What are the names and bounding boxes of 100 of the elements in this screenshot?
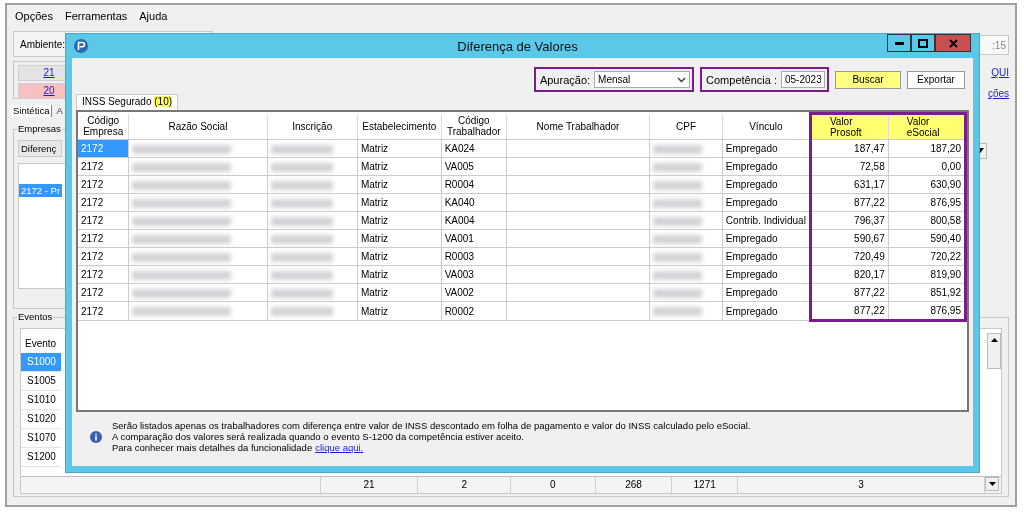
- table-cell: R0004: [441, 175, 507, 194]
- scrollbar[interactable]: [987, 333, 1001, 369]
- close-button[interactable]: [935, 34, 971, 52]
- table-cell: Contrib. Individual: [722, 211, 811, 230]
- details-link[interactable]: clique aqui.: [315, 442, 364, 453]
- column-header: Razão Social: [128, 113, 268, 140]
- total-value: 2: [461, 479, 467, 490]
- event-row[interactable]: S1200: [21, 448, 61, 467]
- window-title: Diferença de Valores: [456, 38, 579, 54]
- environment-label: Ambiente:: [20, 38, 66, 50]
- maximize-icon: [918, 38, 928, 48]
- event-row[interactable]: S1020: [21, 410, 61, 429]
- table-cell: 820,17: [810, 265, 889, 284]
- maximize-button[interactable]: [911, 34, 935, 52]
- table-cell: 631,17: [810, 175, 889, 194]
- total-value: 0: [550, 479, 556, 490]
- event-row[interactable]: S1005: [21, 372, 61, 391]
- table-cell: 819,90: [888, 265, 966, 284]
- table-cell: Empregado: [722, 229, 811, 248]
- table-cell: Empregado: [722, 193, 811, 212]
- chevron-down-icon: [677, 76, 687, 83]
- link[interactable]: ções: [987, 88, 1009, 99]
- table-cell: 2172: [78, 193, 129, 212]
- table-cell: 2172: [78, 211, 129, 230]
- table-cell: VA005: [441, 157, 507, 176]
- table-cell: 877,22: [810, 283, 889, 302]
- field-label: Apuração:: [539, 73, 591, 86]
- table-cell: VA001: [441, 229, 507, 248]
- minimize-button[interactable]: [887, 34, 911, 52]
- field-label: Competência :: [706, 73, 777, 86]
- table-cell: 630,90: [888, 175, 966, 194]
- table-cell: 72,58: [810, 157, 889, 176]
- difference-button[interactable]: Diferenç: [18, 140, 62, 157]
- down-arrow-icon: [988, 482, 996, 486]
- table-cell: Matriz: [357, 247, 442, 266]
- link[interactable]: QUI: [991, 67, 1009, 78]
- table-cell: Empregado: [722, 247, 811, 266]
- app-logo-icon: [74, 39, 88, 53]
- scroll-down-button[interactable]: [985, 477, 999, 491]
- table-cell: Matriz: [357, 157, 442, 176]
- tab[interactable]: Sintética: [11, 105, 53, 117]
- table-cell: Empregado: [722, 157, 811, 176]
- table-cell: 720,22: [888, 247, 966, 266]
- event-row[interactable]: S1070: [21, 429, 61, 448]
- minimize-icon: [894, 41, 904, 45]
- table-cell: VA002: [441, 283, 507, 302]
- column-header: Valor Prosoft: [810, 113, 889, 140]
- table-cell: 187,47: [810, 139, 889, 158]
- group-legend: Eventos: [17, 311, 54, 322]
- tab[interactable]: INSS Segurado (10): [76, 94, 179, 110]
- table-cell: Empregado: [722, 265, 811, 284]
- table-cell: Matriz: [357, 211, 442, 230]
- table-cell: 877,22: [810, 301, 889, 321]
- table-cell: 2172: [78, 247, 129, 266]
- search-button[interactable]: Buscar: [835, 70, 901, 89]
- table-cell: Empregado: [722, 283, 811, 302]
- table-cell: 590,67: [810, 229, 889, 248]
- event-row[interactable]: S1010: [21, 391, 61, 410]
- table-cell: 187,20: [888, 139, 966, 158]
- table-cell: 2172: [78, 283, 129, 302]
- table-cell: VA003: [441, 265, 507, 284]
- column-header: Inscrição: [267, 113, 358, 140]
- info-text: Serão listados apenas os trabalhadores com diferença entre valor de INSS descontado em folha de pagamento e valor do INSS calculado pelo eSocial.: [112, 420, 751, 431]
- table-cell: Matriz: [357, 229, 442, 248]
- total-value: 3: [858, 479, 864, 490]
- table-cell: Matriz: [357, 193, 442, 212]
- info-text: A comparação dos valores será realizada quando o evento S-1200 da competência estiver aceito.: [112, 431, 524, 442]
- table-cell: 876,95: [888, 301, 966, 321]
- menu-item[interactable]: Ajuda: [139, 10, 168, 22]
- table-cell: Matriz: [357, 283, 442, 302]
- table-cell: R0002: [441, 301, 507, 321]
- info-icon: [90, 430, 102, 443]
- table-cell: KA040: [441, 193, 507, 212]
- table-cell: Matriz: [357, 301, 442, 321]
- total-value: 21: [363, 479, 375, 490]
- table-cell: 800,58: [888, 211, 966, 230]
- period-dropdown[interactable]: Mensal: [594, 71, 691, 88]
- table-cell: Matriz: [357, 175, 442, 194]
- table-cell: 876,95: [888, 193, 966, 212]
- table-cell: Empregado: [722, 139, 811, 158]
- table-cell: 796,37: [810, 211, 889, 230]
- table-cell: Matriz: [357, 139, 442, 158]
- menu-item[interactable]: Ferramentas: [64, 10, 128, 22]
- column-header: Código Empresa: [78, 113, 129, 140]
- column-header: Código Trabalhador: [441, 113, 507, 140]
- column-header: CPF: [649, 113, 723, 140]
- competence-input-field[interactable]: 05-2023: [781, 71, 825, 88]
- menu-item[interactable]: Opções: [15, 10, 53, 22]
- table-cell: 2172: [78, 175, 129, 194]
- column-header: Nome Trabalhador: [506, 113, 650, 140]
- table-cell: 2172: [78, 265, 129, 284]
- table-cell: 2172: [78, 301, 129, 321]
- time-field[interactable]: :15: [979, 35, 1009, 55]
- table-cell: R0003: [441, 247, 507, 266]
- export-button[interactable]: Exportar: [907, 70, 965, 89]
- up-arrow-icon: [990, 338, 998, 342]
- table-cell: KA004: [441, 211, 507, 230]
- group-legend: Empresas: [17, 123, 62, 134]
- total-value: 268: [625, 479, 642, 490]
- table-cell: 590,40: [888, 229, 966, 248]
